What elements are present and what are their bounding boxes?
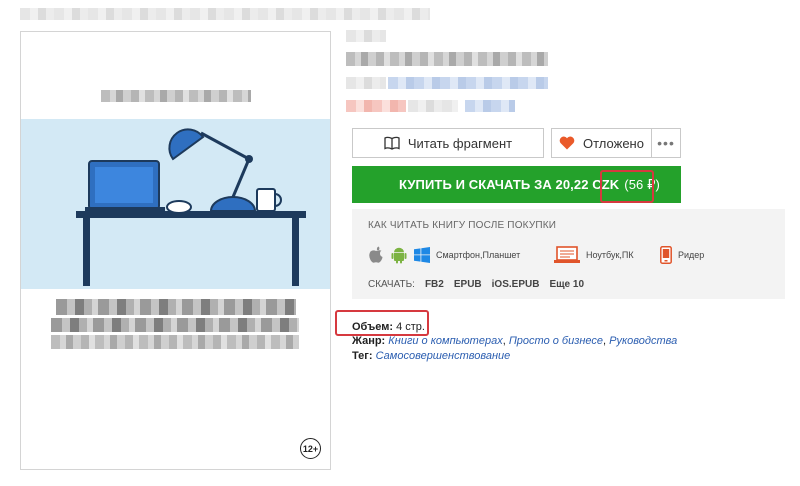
volume-value: 4 стр. xyxy=(396,321,425,333)
windows-icon xyxy=(414,247,430,263)
blurred-rating xyxy=(346,100,406,112)
platform-laptop-label: Ноутбук,ПК xyxy=(586,250,634,260)
format-epub-link[interactable]: EPUB xyxy=(454,279,482,290)
blurred-reviews-link[interactable] xyxy=(465,100,515,112)
laptop-icon xyxy=(554,246,580,263)
blurred-author xyxy=(346,77,386,89)
favorite-label: Отложено xyxy=(583,135,644,151)
format-ios-epub-link[interactable]: iOS.EPUB xyxy=(492,279,540,290)
blurred-rating-count xyxy=(408,100,458,112)
desk-illustration xyxy=(76,128,306,286)
more-formats-link[interactable]: Еще 10 xyxy=(549,279,584,290)
volume-label: Объем: xyxy=(352,321,393,333)
blurred-book-title xyxy=(346,52,548,66)
blurred-cover-title-2 xyxy=(51,318,299,332)
blurred-cover-author xyxy=(101,90,251,102)
tag-line: Тег: Самосовершенствование xyxy=(352,350,510,362)
blurred-book-label xyxy=(346,30,386,42)
download-label: СКАЧАТЬ: xyxy=(368,279,415,290)
age-rating-badge: 12+ xyxy=(300,438,321,459)
blurred-cover-title-3 xyxy=(51,335,299,349)
heart-icon xyxy=(559,136,575,150)
ereader-icon xyxy=(660,246,672,264)
book-cover[interactable]: 12+ xyxy=(20,31,331,470)
genre-link-business[interactable]: Просто о бизнесе xyxy=(509,335,603,347)
buy-alt-price: (56 ₽) xyxy=(624,176,660,192)
read-fragment-label: Читать фрагмент xyxy=(407,135,513,151)
buy-label: КУПИТЬ И СКАЧАТЬ ЗА 20,22 CZK xyxy=(399,177,620,192)
how-to-read-panel: КАК ЧИТАТЬ КНИГУ ПОСЛЕ ПОКУПКИ Смартфон,… xyxy=(352,209,785,299)
how-to-read-title: КАК ЧИТАТЬ КНИГУ ПОСЛЕ ПОКУПКИ xyxy=(368,220,557,231)
favorite-button[interactable]: Отложено xyxy=(551,128,651,158)
buy-download-button[interactable]: КУПИТЬ И СКАЧАТЬ ЗА 20,22 CZK (56 ₽) xyxy=(352,166,681,203)
platforms-row: Смартфон,Планшет Ноутбук,ПК Ридер xyxy=(368,245,768,265)
platform-laptop[interactable]: Ноутбук,ПК xyxy=(554,245,634,265)
apple-icon xyxy=(369,246,383,263)
tag-link[interactable]: Самосовершенствование xyxy=(376,350,511,362)
read-fragment-button[interactable]: Читать фрагмент xyxy=(352,128,544,158)
platform-reader[interactable]: Ридер xyxy=(660,245,704,265)
blurred-breadcrumb xyxy=(20,8,430,20)
blurred-cover-title-1 xyxy=(56,299,296,315)
platform-reader-label: Ридер xyxy=(678,250,705,260)
download-formats-row: СКАЧАТЬ: FB2 EPUB iOS.EPUB Еще 10 xyxy=(368,279,584,290)
format-fb2-link[interactable]: FB2 xyxy=(425,279,444,290)
tag-label: Тег: xyxy=(352,350,373,362)
open-book-icon xyxy=(384,136,400,150)
volume-line: Объем: 4 стр. xyxy=(352,321,425,333)
more-options-button[interactable]: ••• xyxy=(651,128,681,158)
platform-smartphone-label: Смартфон,Планшет xyxy=(436,250,521,260)
platform-smartphone[interactable]: Смартфон,Планшет xyxy=(368,245,520,265)
genre-label: Жанр: xyxy=(352,335,386,347)
blurred-author-link[interactable] xyxy=(388,77,548,89)
android-icon xyxy=(391,247,407,264)
genre-link-computers[interactable]: Книги о компьютерах xyxy=(388,335,502,347)
genre-line: Жанр: Книги о компьютерах, Просто о бизн… xyxy=(352,335,677,347)
genre-link-guides[interactable]: Руководства xyxy=(609,335,677,347)
